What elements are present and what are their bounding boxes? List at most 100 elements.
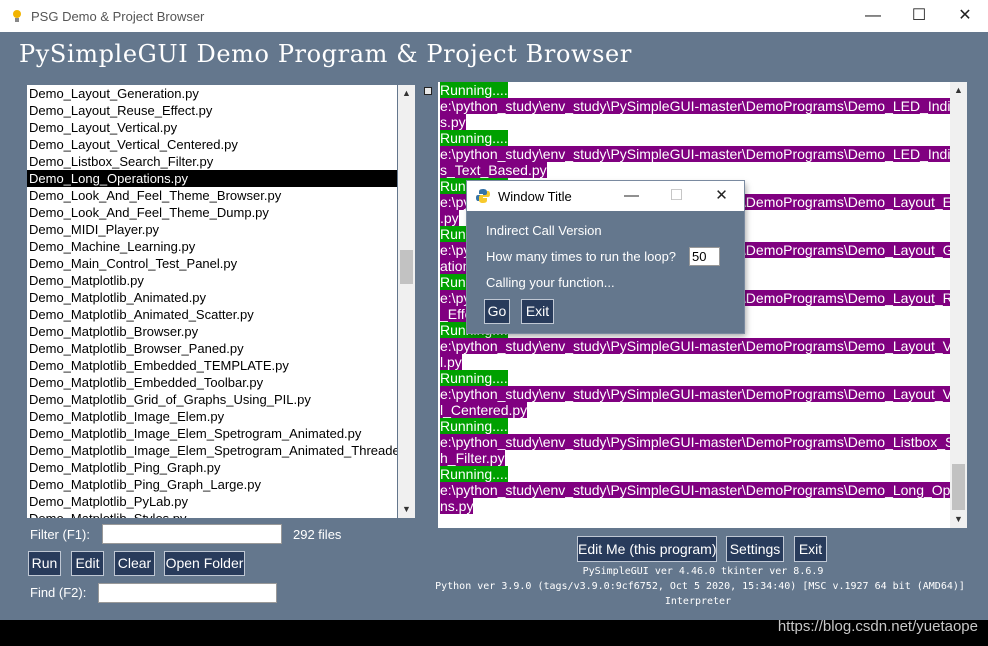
output-line: Running.... — [438, 82, 950, 98]
watermark-text: https://blog.csdn.net/yuetaope — [777, 618, 978, 635]
edit-me-button[interactable]: Edit Me (this program) — [577, 536, 717, 562]
window-title: PSG Demo & Project Browser — [31, 9, 205, 24]
scroll-up-arrow-icon[interactable]: ▲ — [398, 85, 415, 102]
popup-question: How many times to run the loop? — [486, 249, 677, 264]
path-text: .py — [440, 210, 459, 226]
list-item[interactable]: Demo_Matplotlib_Animated.py — [27, 289, 397, 306]
popup-title-bar: Window Title — ☐ ✕ — [467, 181, 744, 211]
list-item[interactable]: Demo_Machine_Learning.py — [27, 238, 397, 255]
popup-window: Window Title — ☐ ✕ Indirect Call Version… — [467, 181, 744, 333]
popup-status-text: Calling your function... — [486, 275, 615, 290]
list-item[interactable]: Demo_Matplotlib_Browser.py — [27, 323, 397, 340]
path-text: e:\python_study\env_study\PySimpleGUI-ma… — [440, 434, 950, 450]
output-line: Running.... — [438, 130, 950, 146]
list-item[interactable]: Demo_Matplotlib_Animated_Scatter.py — [27, 306, 397, 323]
list-item[interactable]: Demo_Matplotlib_Grid_of_Graphs_Using_PIL… — [27, 391, 397, 408]
list-item[interactable]: Demo_Matplotlib_Ping_Graph.py — [27, 459, 397, 476]
running-text: Running.... — [440, 466, 508, 482]
list-item[interactable]: Demo_Look_And_Feel_Theme_Browser.py — [27, 187, 397, 204]
running-text: Running.... — [440, 130, 508, 146]
path-text: e:\python_study\env_study\PySimpleGUI-ma… — [440, 338, 950, 354]
scroll-thumb[interactable] — [400, 250, 413, 284]
list-item[interactable]: Demo_Matplotlib_Embedded_Toolbar.py — [27, 374, 397, 391]
minimize-button[interactable]: — — [850, 0, 896, 32]
list-item[interactable]: Demo_Matplotlib_Browser_Paned.py — [27, 340, 397, 357]
list-item[interactable]: Demo_Layout_Vertical_Centered.py — [27, 136, 397, 153]
running-text: Running.... — [440, 82, 508, 98]
output-line: s.py — [438, 114, 950, 130]
loop-count-input[interactable] — [689, 247, 720, 266]
checkbox-toggle[interactable] — [424, 87, 432, 95]
popup-heading: Indirect Call Version — [486, 223, 602, 238]
run-button[interactable]: Run — [28, 551, 61, 576]
filter-input[interactable] — [102, 524, 282, 544]
edit-button[interactable]: Edit — [71, 551, 104, 576]
list-item[interactable]: Demo_Main_Control_Test_Panel.py — [27, 255, 397, 272]
scroll-down-arrow-icon[interactable]: ▼ — [398, 501, 415, 518]
go-button[interactable]: Go — [484, 299, 510, 324]
output-line: Running.... — [438, 370, 950, 386]
output-line: e:\python_study\env_study\PySimpleGUI-ma… — [438, 338, 950, 354]
title-bar: PSG Demo & Project Browser — ☐ ✕ — [0, 0, 988, 32]
popup-maximize-button[interactable]: ☐ — [654, 181, 699, 211]
path-text: h_Filter.py — [440, 450, 505, 466]
output-line: e:\python_study\env_study\PySimpleGUI-ma… — [438, 434, 950, 450]
list-item[interactable]: Demo_Matplotlib_Image_Elem_Spetrogram_An… — [27, 425, 397, 442]
list-item[interactable]: Demo_Matplotlib_Styles.py — [27, 510, 397, 518]
output-line: e:\python_study\env_study\PySimpleGUI-ma… — [438, 146, 950, 162]
list-item[interactable]: Demo_Matplotlib_Image_Elem.py — [27, 408, 397, 425]
list-item[interactable]: Demo_Look_And_Feel_Theme_Dump.py — [27, 204, 397, 221]
running-text: Running.... — [440, 370, 508, 386]
output-line: ns.py — [438, 498, 950, 514]
path-text: e:\python_study\env_study\PySimpleGUI-ma… — [440, 386, 950, 402]
file-list-scrollbar[interactable]: ▲ ▼ — [398, 85, 415, 518]
python-logo-icon — [476, 189, 490, 203]
list-item[interactable]: Demo_Matplotlib_Image_Elem_Spetrogram_An… — [27, 442, 397, 459]
psg-version-text: PySimpleGUI ver 4.46.0 tkinter ver 8.6.9 — [582, 566, 824, 577]
output-line: Running.... — [438, 466, 950, 482]
close-button[interactable]: ✕ — [942, 0, 988, 32]
interpreter-text: Interpreter — [664, 596, 732, 607]
path-text: e:\python_study\env_study\PySimpleGUI-ma… — [440, 482, 950, 498]
output-line: Running.... — [438, 418, 950, 434]
output-line: l.py — [438, 354, 950, 370]
list-item[interactable]: Demo_Listbox_Search_Filter.py — [27, 153, 397, 170]
scroll-thumb[interactable] — [952, 464, 965, 510]
output-line: l_Centered.py — [438, 402, 950, 418]
filter-label: Filter (F1): — [30, 527, 90, 542]
find-input[interactable] — [98, 583, 277, 603]
popup-close-button[interactable]: ✕ — [699, 181, 744, 211]
list-item[interactable]: Demo_Long_Operations.py — [27, 170, 397, 187]
list-item[interactable]: Demo_Matplotlib_Ping_Graph_Large.py — [27, 476, 397, 493]
popup-exit-button[interactable]: Exit — [521, 299, 554, 324]
open-folder-button[interactable]: Open Folder — [164, 551, 245, 576]
popup-title: Window Title — [498, 189, 572, 204]
maximize-button[interactable]: ☐ — [896, 0, 942, 32]
clear-button[interactable]: Clear — [114, 551, 155, 576]
output-line: h_Filter.py — [438, 450, 950, 466]
output-scrollbar[interactable]: ▲ ▼ — [950, 82, 967, 528]
file-listbox[interactable]: Demo_Layout_Generation.py Demo_Layout_Reu… — [27, 85, 397, 518]
path-text: e:\python_study\env_study\PySimpleGUI-ma… — [440, 146, 950, 162]
lightbulb-icon — [13, 10, 21, 22]
output-line: e:\python_study\env_study\PySimpleGUI-ma… — [438, 386, 950, 402]
list-item[interactable]: Demo_Layout_Vertical.py — [27, 119, 397, 136]
list-item[interactable]: Demo_Matplotlib_PyLab.py — [27, 493, 397, 510]
settings-button[interactable]: Settings — [726, 536, 784, 562]
list-item[interactable]: Demo_Matplotlib.py — [27, 272, 397, 289]
path-text: s.py — [440, 114, 466, 130]
list-item[interactable]: Demo_MIDI_Player.py — [27, 221, 397, 238]
scroll-down-arrow-icon[interactable]: ▼ — [950, 511, 967, 528]
main-window: PSG Demo & Project Browser — ☐ ✕ PySimpl… — [0, 0, 988, 620]
path-text: l.py — [440, 354, 462, 370]
page-title: PySimpleGUI Demo Program & Project Brows… — [19, 40, 632, 68]
list-item[interactable]: Demo_Matplotlib_Embedded_TEMPLATE.py — [27, 357, 397, 374]
list-item[interactable]: Demo_Layout_Generation.py — [27, 85, 397, 102]
output-line: e:\python_study\env_study\PySimpleGUI-ma… — [438, 482, 950, 498]
list-item[interactable]: Demo_Layout_Reuse_Effect.py — [27, 102, 397, 119]
popup-minimize-button[interactable]: — — [609, 181, 654, 211]
output-line: s_Text_Based.py — [438, 162, 950, 178]
output-line: e:\python_study\env_study\PySimpleGUI-ma… — [438, 98, 950, 114]
scroll-up-arrow-icon[interactable]: ▲ — [950, 82, 967, 99]
exit-button[interactable]: Exit — [794, 536, 827, 562]
